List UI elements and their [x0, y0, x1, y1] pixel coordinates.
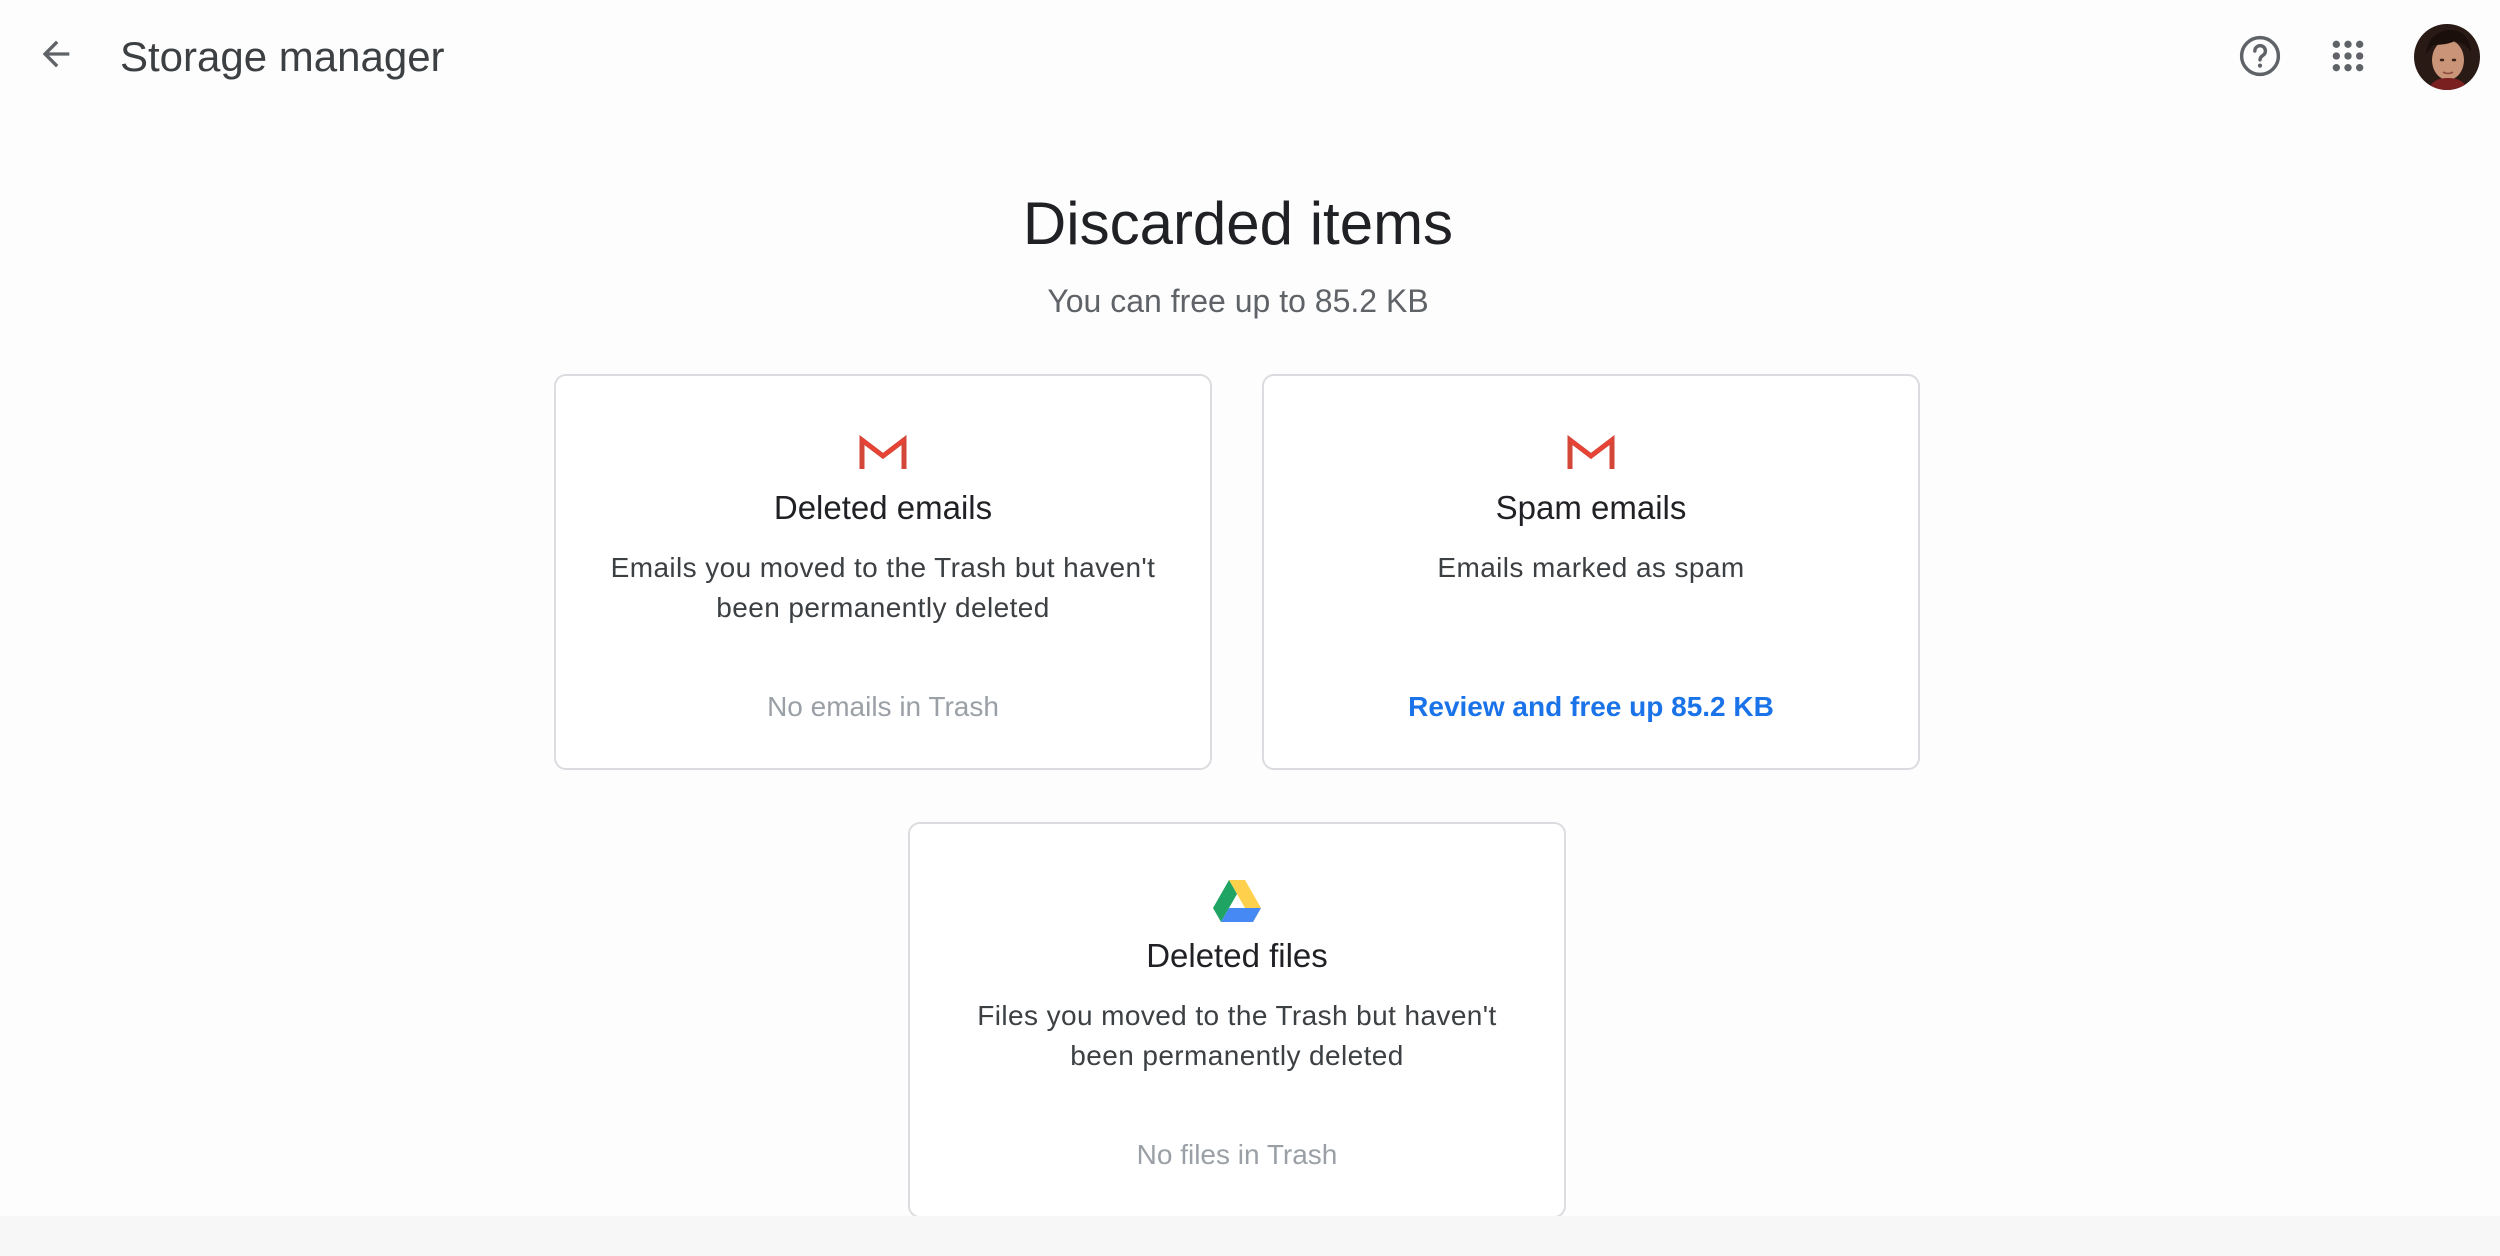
gmail-icon [859, 435, 907, 469]
spam-emails-card: Spam emails Emails marked as spam Review… [1262, 374, 1920, 770]
card-description: Emails you moved to the Trash but haven'… [610, 552, 1156, 623]
account-avatar[interactable] [2414, 24, 2480, 90]
card-status: No files in Trash [1136, 1139, 1338, 1170]
bottom-edge [0, 1216, 2500, 1256]
app-title: Storage manager [120, 33, 445, 80]
arrow-back-icon [42, 40, 70, 68]
page-heading: Discarded items [1022, 190, 1454, 257]
card-description: Emails marked as spam [1437, 552, 1745, 583]
avatar-photo [2414, 24, 2480, 90]
apps-grid-icon [2332, 40, 2364, 72]
card-description: Files you moved to the Trash but haven't… [977, 1000, 1497, 1071]
deleted-emails-card: Deleted emails Emails you moved to the T… [554, 374, 1212, 770]
review-spam-link[interactable]: Review and free up 85.2 KB [1264, 688, 1918, 726]
page-subtitle: You can free up to 85.2 KB [1047, 283, 1429, 319]
deleted-files-card: Deleted files Files you moved to the Tra… [908, 822, 1566, 1218]
card-title: Spam emails [1495, 489, 1687, 526]
gmail-icon [1567, 435, 1615, 469]
card-status: No emails in Trash [767, 691, 999, 722]
top-bar: Storage manager [0, 0, 2500, 116]
google-drive-icon [1213, 880, 1261, 922]
help-circle-icon [2239, 35, 2281, 77]
google-apps-button[interactable] [2320, 28, 2376, 84]
card-title: Deleted files [1146, 937, 1328, 974]
card-title: Deleted emails [773, 489, 993, 526]
back-button[interactable] [28, 26, 84, 82]
help-button[interactable] [2232, 28, 2288, 84]
